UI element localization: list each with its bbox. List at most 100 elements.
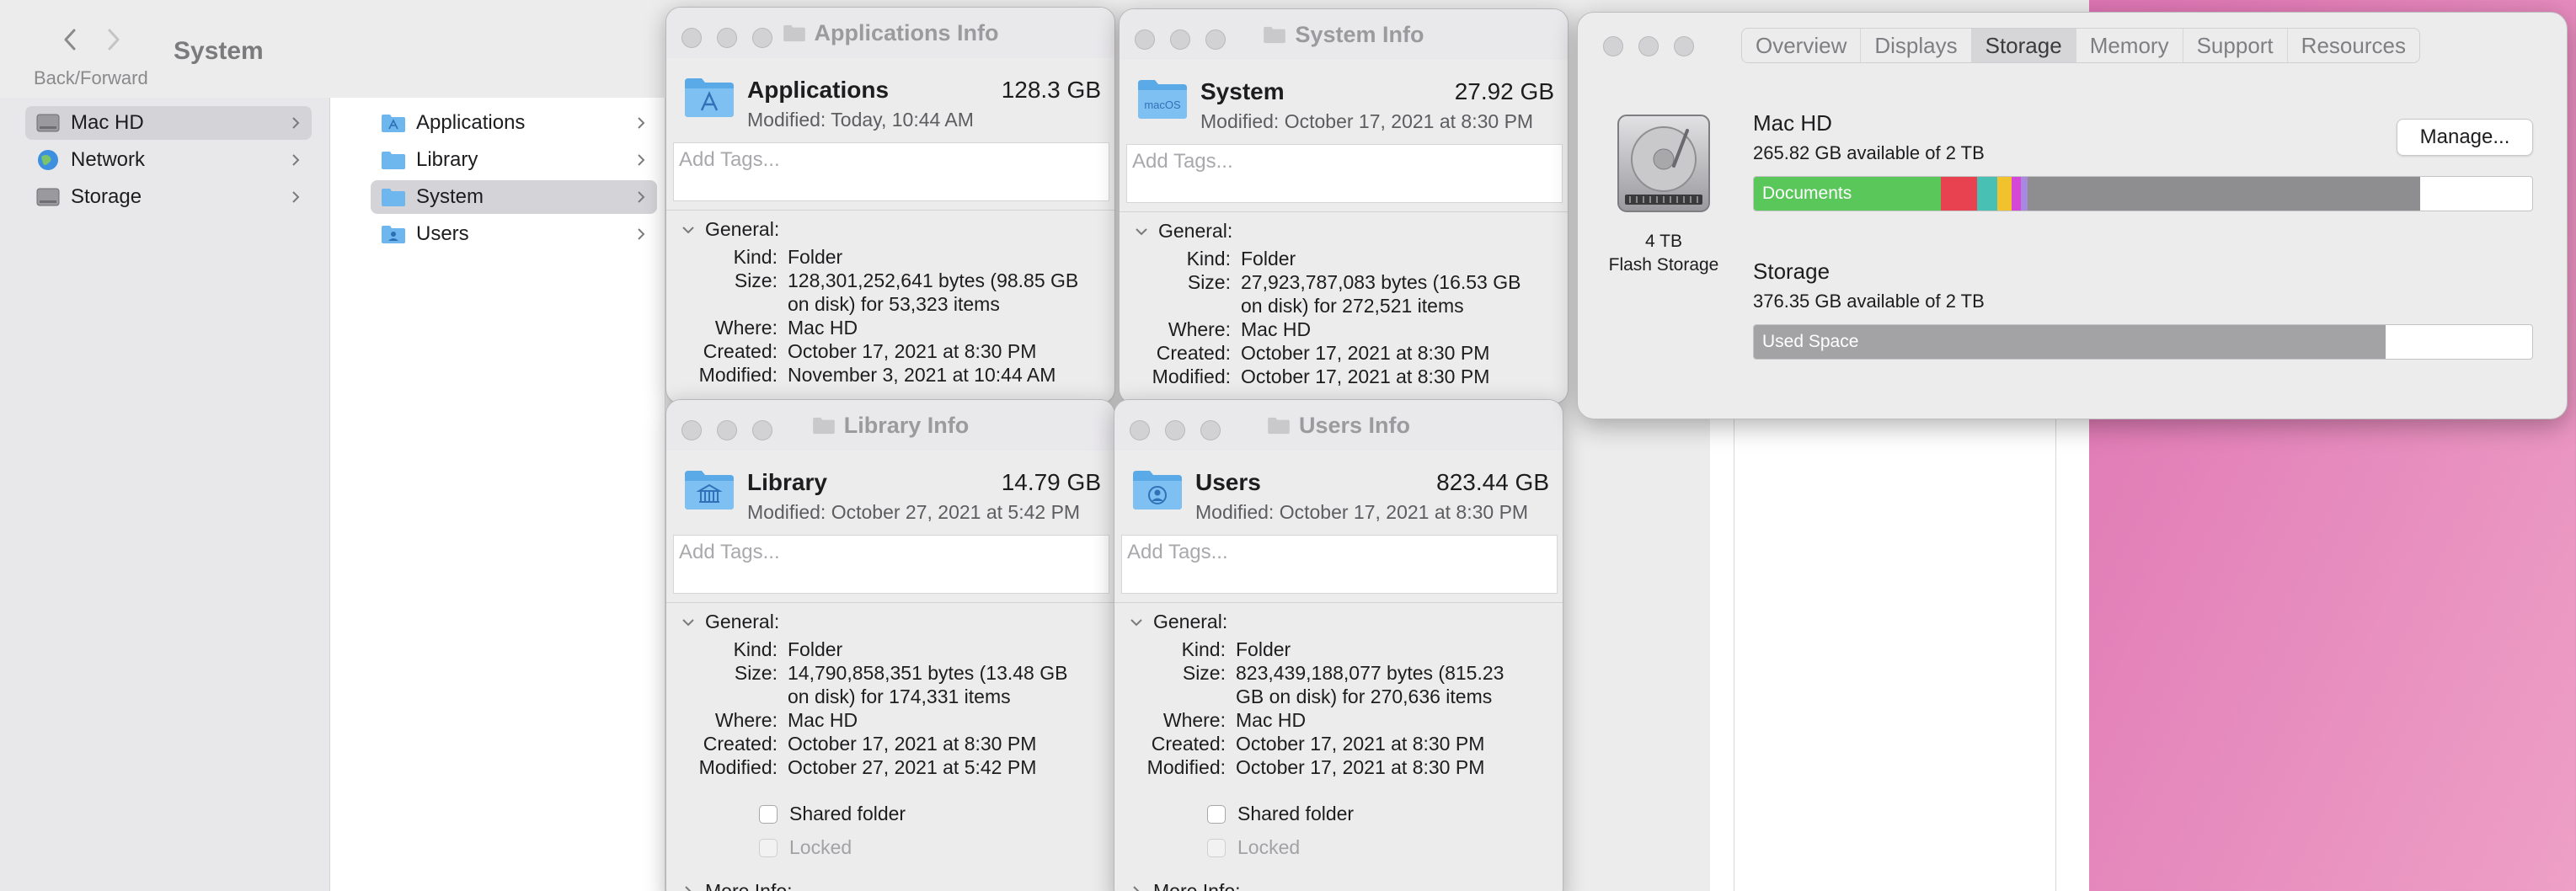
folder-icon xyxy=(381,148,406,172)
applications-folder-icon xyxy=(683,75,735,119)
more-info-section-toggle[interactable]: More Info: xyxy=(681,880,793,891)
storage-segment[interactable] xyxy=(1977,177,1998,211)
folder-icon xyxy=(783,24,806,42)
zoom-button[interactable] xyxy=(1674,36,1694,56)
folder-icon xyxy=(812,416,836,435)
item-name: Library xyxy=(747,469,827,495)
general-section-toggle[interactable]: General: xyxy=(681,611,779,633)
chevron-right-icon xyxy=(635,113,647,133)
shared-folder-checkbox[interactable]: Shared folder xyxy=(1207,803,1354,825)
item-size: 14.79 GB xyxy=(1001,469,1101,495)
storage-segment[interactable] xyxy=(2011,177,2021,211)
back-forward-label: Back/Forward xyxy=(34,67,148,88)
window-title: Library Info xyxy=(666,400,1114,451)
divider xyxy=(666,210,1114,211)
item-name: Users xyxy=(1195,469,1261,495)
sidebar-item-mac-hd[interactable]: Mac HD xyxy=(25,106,312,140)
tags-field[interactable]: Add Tags... xyxy=(1126,144,1563,203)
minimize-button[interactable] xyxy=(1638,36,1659,56)
finder-sidebar: Mac HD Network Storage xyxy=(0,98,330,891)
system-info-window: System Info macOS System 27.92 GB Modifi… xyxy=(1119,8,1569,404)
column-item-users[interactable]: Users xyxy=(371,217,657,251)
hard-drive-icon xyxy=(1615,112,1713,215)
item-modified: Modified: October 27, 2021 at 5:42 PM xyxy=(747,501,1081,523)
chevron-down-icon xyxy=(682,618,694,626)
tags-field[interactable]: Add Tags... xyxy=(1121,535,1558,594)
disk-caption: 4 TB Flash Storage xyxy=(1608,232,1719,275)
tab-memory[interactable]: Memory xyxy=(2076,29,2183,62)
column-item-applications[interactable]: Applications xyxy=(371,106,657,140)
chevron-right-icon xyxy=(635,187,647,207)
column-item-label: Applications xyxy=(416,111,526,134)
column-item-label: Library xyxy=(416,148,478,171)
general-section-toggle[interactable]: General: xyxy=(1130,611,1227,633)
storage-segment[interactable] xyxy=(1940,177,1978,211)
divider xyxy=(666,602,1114,603)
tab-storage[interactable]: Storage xyxy=(1971,29,2076,62)
sidebar-item-label: Mac HD xyxy=(71,111,144,134)
tab-resources[interactable]: Resources xyxy=(2288,29,2419,62)
item-size: 128.3 GB xyxy=(1001,77,1101,103)
tab-support[interactable]: Support xyxy=(2183,29,2288,62)
tags-field[interactable]: Add Tags... xyxy=(673,535,1109,594)
storage-bar-storage[interactable]: Used Space xyxy=(1753,324,2533,360)
chevron-right-icon xyxy=(290,187,302,207)
storage-segment[interactable] xyxy=(1997,177,2012,211)
storage-segment[interactable] xyxy=(2020,177,2028,211)
item-modified: Modified: Today, 10:44 AM xyxy=(747,109,974,131)
users-folder-icon xyxy=(381,222,406,246)
item-name: Applications xyxy=(747,77,890,103)
chevron-right-icon xyxy=(635,224,647,244)
applications-info-window: Applications Info Applications 128.3 GB … xyxy=(665,7,1115,404)
users-folder-icon xyxy=(1131,467,1184,511)
column-item-system[interactable]: System xyxy=(371,180,657,214)
tab-overview[interactable]: Overview xyxy=(1742,29,1862,62)
shared-folder-checkbox[interactable]: Shared folder xyxy=(759,803,906,825)
close-button[interactable] xyxy=(1603,36,1623,56)
storage-bar-mac-hd[interactable]: Documents xyxy=(1753,176,2533,211)
storage-segment[interactable]: Used Space xyxy=(1754,325,2386,359)
chevron-down-icon xyxy=(1136,227,1147,235)
column-item-label: System xyxy=(416,185,484,208)
general-section-toggle[interactable]: General: xyxy=(1135,220,1232,243)
macos-label: macOS xyxy=(1144,99,1181,111)
library-folder-icon xyxy=(683,467,735,511)
finder-title: System xyxy=(174,37,264,65)
item-modified: Modified: October 17, 2021 at 8:30 PM xyxy=(1200,110,1534,132)
sidebar-item-network[interactable]: Network xyxy=(25,143,312,177)
item-size: 27.92 GB xyxy=(1454,78,1554,104)
divider xyxy=(1114,602,1563,603)
sidebar-item-label: Network xyxy=(71,148,146,171)
manage-button[interactable]: Manage... xyxy=(2397,119,2533,156)
volume-name-storage: Storage xyxy=(1753,259,1830,284)
general-section-toggle[interactable]: General: xyxy=(681,218,779,241)
column-item-library[interactable]: Library xyxy=(371,143,657,177)
checkbox-box xyxy=(1207,804,1226,824)
sidebar-item-storage[interactable]: Storage xyxy=(25,180,312,214)
storage-segment[interactable] xyxy=(2028,177,2420,211)
window-controls xyxy=(1603,36,1694,56)
folder-icon xyxy=(1263,25,1286,44)
item-name: System xyxy=(1200,78,1285,104)
chevron-right-icon xyxy=(290,150,302,170)
chevron-right-icon xyxy=(685,885,692,891)
checkbox-box xyxy=(759,838,778,857)
folder-icon xyxy=(381,185,406,209)
chevron-right-icon xyxy=(290,113,302,133)
forward-icon[interactable] xyxy=(103,27,125,52)
more-info-section-toggle[interactable]: More Info: xyxy=(1130,880,1241,891)
tags-field[interactable]: Add Tags... xyxy=(673,142,1109,201)
drive-icon xyxy=(35,111,61,135)
folder-icon xyxy=(1267,416,1291,435)
back-icon[interactable] xyxy=(59,27,81,52)
sidebar-item-label: Storage xyxy=(71,185,142,208)
tab-displays[interactable]: Displays xyxy=(1861,29,1972,62)
volume-available-storage: 376.35 GB available of 2 TB xyxy=(1753,291,1985,312)
locked-checkbox: Locked xyxy=(759,836,852,859)
divider xyxy=(1120,211,1568,212)
finder-column: Applications Library System Users xyxy=(330,98,665,891)
item-size: 823.44 GB xyxy=(1436,469,1549,495)
storage-segment[interactable]: Documents xyxy=(1754,177,1941,211)
window-title: Applications Info xyxy=(666,8,1114,58)
column-item-label: Users xyxy=(416,222,469,245)
